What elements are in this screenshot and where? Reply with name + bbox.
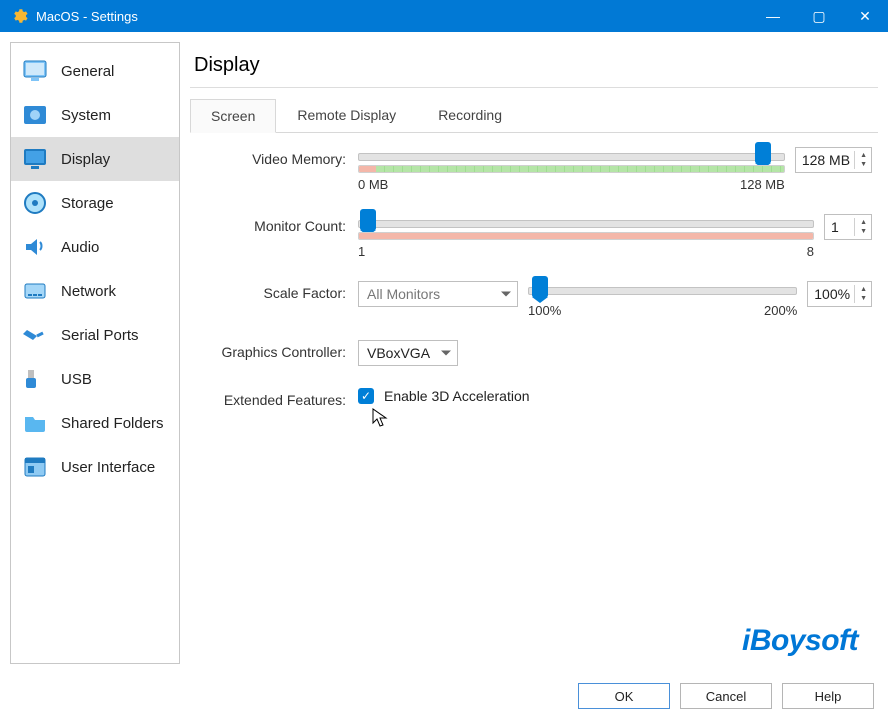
watermark: iBoysoft — [742, 624, 858, 658]
close-button[interactable]: ✕ — [842, 0, 888, 32]
enable-3d-checkbox[interactable]: ✓ — [358, 388, 374, 404]
sidebar-item-usb[interactable]: USB — [11, 357, 179, 401]
storage-icon — [21, 189, 49, 217]
serial-ports-icon — [21, 321, 49, 349]
sidebar-item-general[interactable]: General — [11, 49, 179, 93]
display-icon — [21, 145, 49, 173]
scale-factor-value: 100% — [814, 286, 850, 302]
sidebar-item-storage[interactable]: Storage — [11, 181, 179, 225]
cancel-button[interactable]: Cancel — [680, 683, 772, 709]
window-titlebar: MacOS - Settings — ▢ ✕ — [0, 0, 888, 32]
monitor-count-value: 1 — [831, 219, 839, 235]
minimize-button[interactable]: — — [750, 0, 796, 32]
sidebar-item-label: System — [61, 107, 111, 124]
video-memory-value: 128 MB — [802, 152, 850, 168]
sidebar-item-label: Storage — [61, 195, 114, 212]
sidebar-item-user-interface[interactable]: User Interface — [11, 445, 179, 489]
graphics-controller-dropdown[interactable]: VBoxVGA — [358, 340, 458, 366]
sidebar-item-label: USB — [61, 371, 92, 388]
sidebar-item-system[interactable]: System — [11, 93, 179, 137]
monitor-count-spinbox[interactable]: 1 ▲▼ — [824, 214, 872, 240]
enable-3d-label: Enable 3D Acceleration — [384, 388, 530, 404]
slider-min-label: 0 MB — [358, 177, 388, 192]
slider-min-label: 1 — [358, 244, 365, 259]
general-icon — [21, 57, 49, 85]
sidebar-item-network[interactable]: Network — [11, 269, 179, 313]
scale-factor-spinbox[interactable]: 100% ▲▼ — [807, 281, 872, 307]
slider-max-label: 128 MB — [740, 177, 785, 192]
spin-buttons[interactable]: ▲▼ — [854, 218, 869, 236]
graphics-controller-label: Graphics Controller: — [196, 340, 346, 360]
scale-factor-label: Scale Factor: — [196, 281, 346, 301]
slider-max-label: 200% — [764, 303, 797, 318]
ok-button[interactable]: OK — [578, 683, 670, 709]
maximize-button[interactable]: ▢ — [796, 0, 842, 32]
help-button[interactable]: Help — [782, 683, 874, 709]
sidebar-item-label: General — [61, 63, 114, 80]
sidebar-item-serial-ports[interactable]: Serial Ports — [11, 313, 179, 357]
dialog-footer: OK Cancel Help — [0, 674, 888, 718]
window-title: MacOS - Settings — [36, 9, 750, 24]
user-interface-icon — [21, 453, 49, 481]
tab-remote-display[interactable]: Remote Display — [276, 98, 417, 132]
slider-thumb[interactable] — [755, 142, 771, 164]
spin-buttons[interactable]: ▲▼ — [854, 285, 869, 303]
sidebar-item-label: Shared Folders — [61, 415, 164, 432]
extended-features-label: Extended Features: — [196, 388, 346, 408]
sidebar-item-display[interactable]: Display — [11, 137, 179, 181]
sidebar-item-label: Network — [61, 283, 116, 300]
shared-folders-icon — [21, 409, 49, 437]
slider-thumb[interactable] — [532, 276, 548, 298]
sidebar-item-shared-folders[interactable]: Shared Folders — [11, 401, 179, 445]
network-icon — [21, 277, 49, 305]
video-memory-slider[interactable] — [358, 153, 785, 161]
spin-buttons[interactable]: ▲▼ — [854, 151, 869, 169]
usb-icon — [21, 365, 49, 393]
monitor-count-slider[interactable] — [358, 220, 814, 228]
audio-icon — [21, 233, 49, 261]
sidebar-item-label: Audio — [61, 239, 99, 256]
slider-min-label: 100% — [528, 303, 561, 318]
scale-factor-dropdown[interactable]: All Monitors — [358, 281, 518, 307]
scale-factor-slider[interactable] — [528, 287, 797, 295]
sidebar-item-label: User Interface — [61, 459, 155, 476]
sidebar-item-audio[interactable]: Audio — [11, 225, 179, 269]
sidebar-item-label: Display — [61, 151, 110, 168]
video-memory-spinbox[interactable]: 128 MB ▲▼ — [795, 147, 872, 173]
cursor-icon — [372, 408, 388, 433]
gear-icon — [10, 7, 28, 25]
sidebar: General System Display Storage Audio — [10, 42, 180, 664]
video-memory-label: Video Memory: — [196, 147, 346, 167]
system-icon — [21, 101, 49, 129]
tabs: Screen Remote Display Recording — [190, 98, 878, 133]
slider-thumb[interactable] — [360, 209, 376, 231]
sidebar-item-label: Serial Ports — [61, 327, 139, 344]
tab-screen[interactable]: Screen — [190, 99, 276, 133]
slider-max-label: 8 — [807, 244, 814, 259]
monitor-count-label: Monitor Count: — [196, 214, 346, 234]
tab-recording[interactable]: Recording — [417, 98, 523, 132]
page-title: Display — [190, 42, 878, 88]
main-panel: Display Screen Remote Display Recording … — [190, 42, 878, 664]
